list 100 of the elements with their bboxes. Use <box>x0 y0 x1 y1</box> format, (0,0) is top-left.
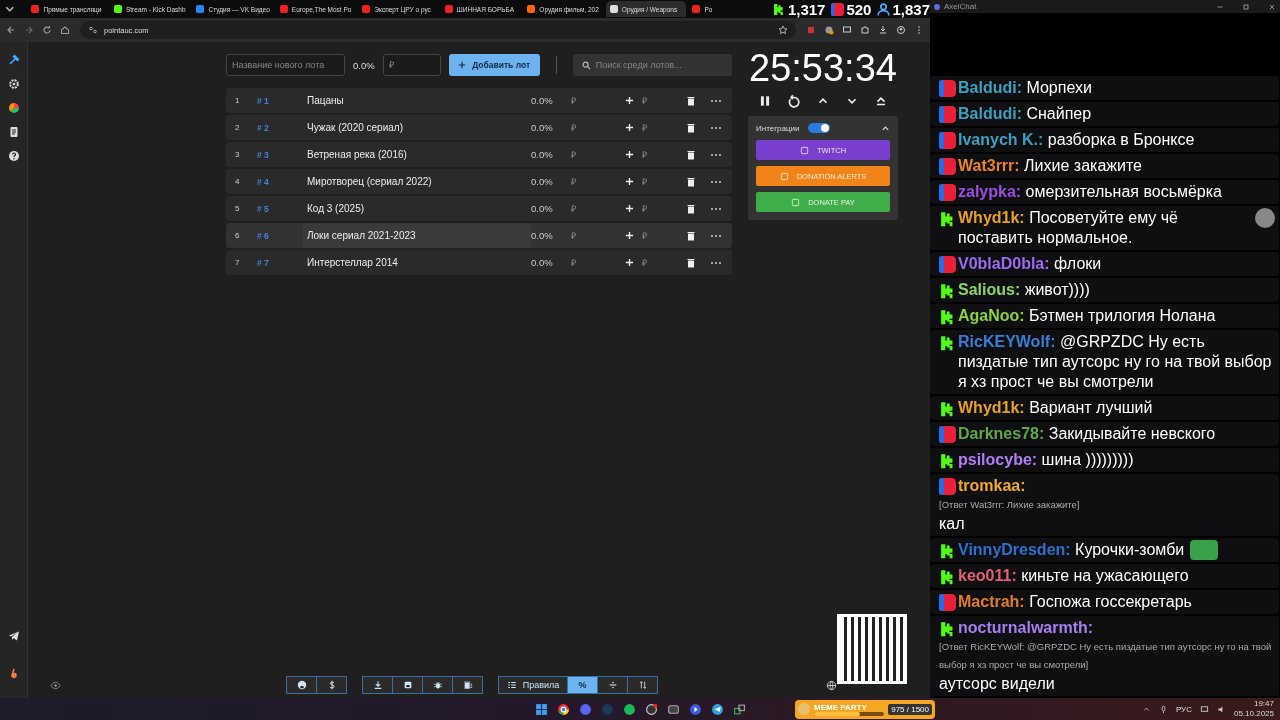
home-icon[interactable] <box>60 25 70 35</box>
add-amount-field[interactable]: ₽ <box>642 203 682 214</box>
divide-button[interactable] <box>597 676 628 694</box>
reload-icon[interactable] <box>42 25 52 35</box>
plus-icon[interactable] <box>625 231 634 240</box>
plus-icon[interactable] <box>625 123 634 132</box>
lot-amount-field[interactable]: ₽ <box>571 176 615 187</box>
pause-icon[interactable] <box>758 94 772 108</box>
integrations-toggle[interactable] <box>807 123 830 133</box>
hammer-icon[interactable] <box>7 54 20 66</box>
trash-icon[interactable] <box>686 95 696 106</box>
extension-icon[interactable] <box>824 25 834 35</box>
lot-name[interactable]: Миротворец (сериал 2022) <box>307 176 531 187</box>
chat-app-icon[interactable] <box>579 702 592 716</box>
lot-amount-field[interactable]: ₽ <box>571 203 615 214</box>
profile-icon[interactable] <box>896 25 906 35</box>
trash-icon[interactable] <box>686 149 696 160</box>
new-lot-amount-field[interactable]: ₽ <box>382 54 441 76</box>
plus-icon[interactable] <box>625 150 634 159</box>
restart-icon[interactable] <box>787 94 801 108</box>
plus-icon[interactable] <box>625 204 634 213</box>
more-icon[interactable] <box>710 125 722 130</box>
pie-chart-icon[interactable] <box>7 102 20 114</box>
recorder-icon[interactable] <box>645 702 658 716</box>
forward-arrow-icon[interactable] <box>24 25 34 35</box>
more-icon[interactable] <box>710 179 722 184</box>
trash-icon[interactable] <box>686 122 696 133</box>
help-icon[interactable] <box>7 150 20 162</box>
lot-row[interactable]: 6 # 6 Локи сериал 2021-2023 0.0% ₽ ₽ <box>226 223 732 248</box>
add-amount-field[interactable]: ₽ <box>642 122 682 133</box>
site-info-icon[interactable] <box>88 25 98 35</box>
lot-row[interactable]: 3 # 3 Ветреная река (2016) 0.0% ₽ ₽ <box>226 142 732 167</box>
browser-icon[interactable] <box>557 702 570 716</box>
download-button[interactable] <box>362 676 393 694</box>
language-indicator[interactable]: РУС <box>1175 704 1192 714</box>
lot-row[interactable]: 1 # 1 Пацаны 0.0% ₽ ₽ <box>226 88 732 113</box>
lot-name[interactable]: Ветреная река (2016) <box>307 149 531 160</box>
lot-name[interactable]: Чужак (2020 сериал) <box>307 122 531 133</box>
telegram-icon[interactable] <box>7 630 20 642</box>
lot-amount-field[interactable]: ₽ <box>571 149 615 160</box>
add-amount-field[interactable]: ₽ <box>642 257 682 268</box>
donate-button[interactable] <box>316 676 347 694</box>
more-icon[interactable] <box>710 152 722 157</box>
add-amount-field[interactable]: ₽ <box>642 176 682 187</box>
music-app-icon[interactable] <box>623 702 636 716</box>
monitor-icon[interactable] <box>842 25 852 35</box>
trash-icon[interactable] <box>686 257 696 268</box>
new-lot-name-field[interactable]: Название нового лота <box>226 54 345 76</box>
save-button[interactable] <box>392 676 423 694</box>
search-field[interactable]: Поиск среди лотов... <box>572 54 732 76</box>
lot-row[interactable]: 7 # 7 Интерстеллар 2014 0.0% ₽ ₽ <box>226 250 732 275</box>
maximize-icon[interactable] <box>1242 2 1250 11</box>
lot-name[interactable]: Пацаны <box>307 95 531 106</box>
more-icon[interactable] <box>710 206 722 211</box>
lot-row[interactable]: 4 # 4 Миротворец (сериал 2022) 0.0% ₽ ₽ <box>226 169 732 194</box>
add-lot-button[interactable]: Добавить лот <box>448 54 540 76</box>
close-icon[interactable] <box>1268 2 1276 11</box>
more-icon[interactable] <box>710 260 722 265</box>
back-arrow-icon[interactable] <box>6 25 16 35</box>
add-amount-field[interactable]: ₽ <box>642 95 682 106</box>
more-icon[interactable] <box>710 98 722 103</box>
trash-icon[interactable] <box>686 176 696 187</box>
settings-icon[interactable] <box>7 78 20 90</box>
app-icon[interactable] <box>667 702 680 716</box>
lot-amount-field[interactable]: ₽ <box>571 257 615 268</box>
github-button[interactable] <box>286 676 317 694</box>
lot-amount-field[interactable]: ₽ <box>571 95 615 106</box>
download-icon[interactable] <box>878 25 888 35</box>
lot-name[interactable]: Интерстеллар 2014 <box>307 257 531 268</box>
lot-row[interactable]: 2 # 2 Чужак (2020 сериал) 0.0% ₽ ₽ <box>226 115 732 140</box>
lot-amount-field[interactable]: ₽ <box>571 230 615 241</box>
bug-button[interactable] <box>422 676 453 694</box>
telegram-icon[interactable] <box>711 702 724 716</box>
monitor-icon[interactable] <box>1199 704 1209 714</box>
plus-icon[interactable] <box>625 258 634 267</box>
chevron-icon[interactable] <box>881 123 890 133</box>
rules-button[interactable]: Правила <box>498 676 568 694</box>
windows-start-icon[interactable] <box>535 702 548 716</box>
play-icon[interactable] <box>689 702 702 716</box>
add-amount-field[interactable]: ₽ <box>642 149 682 160</box>
plus-icon[interactable] <box>625 177 634 186</box>
lot-name[interactable]: Код 3 (2025) <box>307 203 531 214</box>
bookmark-star-icon[interactable] <box>778 25 788 35</box>
percent-button[interactable]: % <box>567 676 598 694</box>
lot-row[interactable]: 5 # 5 Код 3 (2025) 0.0% ₽ ₽ <box>226 196 732 221</box>
lot-amount-field[interactable]: ₽ <box>571 122 615 133</box>
plus-icon[interactable] <box>625 96 634 105</box>
puzzle-icon[interactable] <box>860 25 870 35</box>
clear-button[interactable] <box>452 676 483 694</box>
more-icon[interactable] <box>710 233 722 238</box>
add-amount-field[interactable]: ₽ <box>642 230 682 241</box>
trash-icon[interactable] <box>686 230 696 241</box>
eject-icon[interactable] <box>874 94 888 108</box>
extension-icon[interactable] <box>806 25 816 35</box>
lot-name[interactable]: Локи сериал 2021-2023 <box>303 223 531 248</box>
window-switch-icon[interactable] <box>733 702 746 716</box>
trash-icon[interactable] <box>686 203 696 214</box>
sort-button[interactable] <box>627 676 658 694</box>
globe-icon[interactable] <box>826 680 837 691</box>
eye-icon[interactable] <box>50 679 61 691</box>
